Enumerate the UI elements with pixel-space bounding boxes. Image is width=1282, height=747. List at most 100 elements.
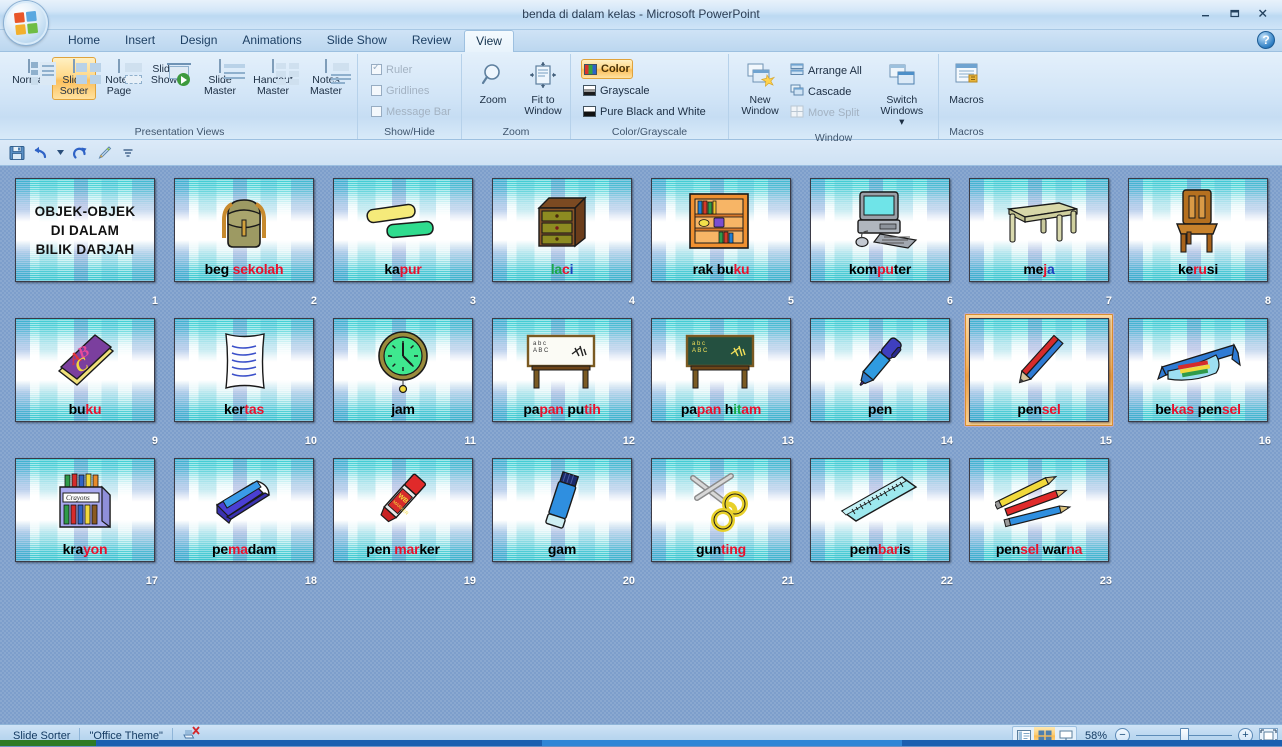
notes-master-button[interactable]: Notes Master [300,57,352,100]
slide-number: 13 [781,435,794,447]
slide-thumbnail-19[interactable]: WB MARKER pen mar ker [329,454,477,566]
slide-thumbnail-6[interactable]: kom pu ter [806,174,954,286]
slide-thumbnail-1[interactable]: OBJEK-OBJEK DI DALAM BILIK DARJAH [11,174,159,286]
restore-button[interactable] [1221,4,1247,22]
checkbox-icon [371,85,382,96]
tab-review[interactable]: Review [400,29,463,51]
slide-number: 12 [622,435,635,447]
slide-thumbnail-3[interactable]: ka pur [329,174,477,286]
new-window-button[interactable]: New Window [734,57,786,120]
slide-thumbnail-13[interactable]: a b c A B C pa pan h it am [647,314,795,426]
slide-sorter-icon [73,59,101,84]
undo-icon[interactable] [32,144,49,161]
slide-thumbnail-10[interactable]: ker tas [170,314,318,426]
slide-cell: OBJEK-OBJEK DI DALAM BILIK DARJAH 1 [5,171,164,311]
office-button[interactable] [4,1,48,45]
slide-cell: pen sel 15 [959,311,1118,451]
handout-master-button[interactable]: Handout Master [247,57,299,100]
slide-thumbnail-21[interactable]: gun ting [647,454,795,566]
slide-thumbnail-20[interactable]: gam [488,454,636,566]
checkbox-icon [371,62,382,75]
pure-black-white-option[interactable]: Pure Black and White [581,102,708,121]
save-icon[interactable] [8,144,25,161]
slide-preview: la c i [492,178,632,282]
colorpencils-clipart-icon [970,459,1108,539]
color-option[interactable]: Color [581,59,633,79]
slide-thumbnail-5[interactable]: rak bu ku [647,174,795,286]
chair-clipart-icon [1129,179,1267,259]
slide-thumbnail-14[interactable]: pen [806,314,954,426]
tab-animations[interactable]: Animations [230,29,313,51]
slide-master-button[interactable]: Slide Master [194,57,246,100]
slide-caption: be kas pen sel [1155,401,1241,417]
format-painter-icon[interactable] [95,144,112,161]
redo-icon[interactable] [71,144,88,161]
slide-cell: a b c A B C pa pan h it am 13 [641,311,800,451]
slide-thumbnail-11[interactable]: jam [329,314,477,426]
view-normal-button[interactable]: Normal [7,57,56,89]
slide-thumbnail-2[interactable]: beg sekolah [170,174,318,286]
tab-home[interactable]: Home [56,29,112,51]
help-icon[interactable]: ? [1257,31,1275,49]
gridlines-checkbox[interactable]: Gridlines [369,81,431,100]
view-notes-page-button[interactable]: Notes Page [97,57,142,100]
undo-dropdown-icon[interactable] [56,144,64,161]
fit-to-window-button[interactable]: Fit to Window [521,57,565,120]
slide-preview: gun ting [651,458,791,562]
slide-thumbnail-8[interactable]: ke ru si [1124,174,1272,286]
slide-number: 5 [787,295,794,307]
grayscale-label: Grayscale [600,84,650,97]
slide-caption: pen mar ker [366,541,440,557]
slide-caption: pen [867,401,893,417]
slide-thumbnail-22[interactable]: pem bar is [806,454,954,566]
svg-text:A B C: A B C [692,348,708,354]
tab-view[interactable]: View [464,30,514,52]
slide-cell: A B C bu ku 9 [5,311,164,451]
slide-cell: beg sekolah 2 [164,171,323,311]
slide-thumbnail-12[interactable]: a b c A B C pa pan pu tih [488,314,636,426]
view-slide-sorter-button[interactable]: Slide Sorter [52,57,101,100]
slide-preview: be kas pen sel [1128,318,1268,422]
zoom-button[interactable]: Zoom [471,57,515,109]
view-slide-show-button[interactable]: Slide Show [142,57,191,89]
macros-button[interactable]: Macros [944,57,989,109]
tab-insert[interactable]: Insert [113,29,167,51]
slide-cell: rak bu ku 5 [641,171,800,311]
ribbon-view-tab: Normal Slide Sorter Notes Page Slide Sho… [0,52,1282,144]
tab-slide-show[interactable]: Slide Show [315,29,399,51]
customize-qat-icon[interactable] [119,144,136,161]
slide-thumbnail-17[interactable]: Crayons kra yon [11,454,159,566]
pencil-clipart-icon [970,319,1108,399]
tab-design[interactable]: Design [168,29,229,51]
book-clipart-icon: A B C [16,319,154,399]
switch-windows-button[interactable]: Switch Windows ▾ [876,57,928,131]
slide-thumbnail-15[interactable]: pen sel [965,314,1113,426]
ruler-checkbox[interactable]: Ruler [369,60,414,79]
message-bar-checkbox[interactable]: Message Bar [369,102,453,121]
slide-thumbnail-7[interactable]: me j a [965,174,1113,286]
slide-preview: pem bar is [810,458,950,562]
move-split-icon [790,105,804,121]
slide-cell: a b c A B C pa pan pu tih 12 [482,311,641,451]
move-split-button[interactable]: Move Split [788,103,864,122]
cascade-button[interactable]: Cascade [788,82,864,101]
slide-number: 1 [151,295,158,307]
slide-sorter-workspace[interactable]: OBJEK-OBJEK DI DALAM BILIK DARJAH 1 beg sek… [0,166,1282,724]
slide-cell: pe ma dam 18 [164,451,323,591]
slide-thumbnail-4[interactable]: la c i [488,174,636,286]
slide-number: 2 [310,295,317,307]
grayscale-option[interactable]: Grayscale [581,81,652,100]
handout-master-icon [272,59,299,85]
slide-thumbnail-18[interactable]: pe ma dam [170,454,318,566]
arrange-all-button[interactable]: Arrange All [788,61,864,80]
scissors-clipart-icon [652,459,790,539]
bookshelf-clipart-icon [652,179,790,259]
minimize-button[interactable] [1192,4,1218,22]
close-button[interactable] [1250,4,1276,22]
group-label-color-grayscale: Color/Grayscale [611,126,688,138]
slide-number: 20 [622,575,635,587]
slide-thumbnail-16[interactable]: be kas pen sel [1124,314,1272,426]
crayons-clipart-icon: Crayons [16,459,154,539]
slide-thumbnail-23[interactable]: pen sel war na [965,454,1113,566]
slide-thumbnail-9[interactable]: A B C bu ku [11,314,159,426]
